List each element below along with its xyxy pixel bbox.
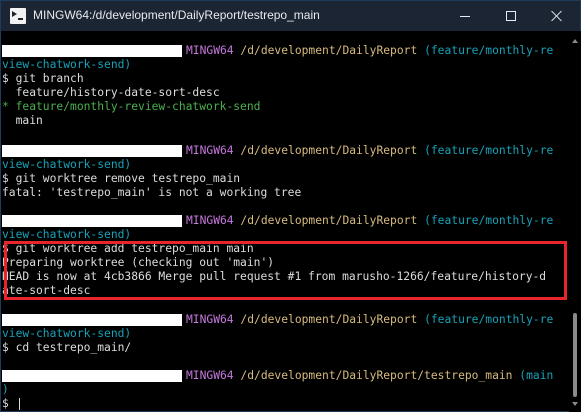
text-cursor (18, 398, 20, 410)
input-prompt: $ (2, 397, 16, 410)
prompt-path: /d/development/DailyReport (240, 214, 418, 227)
redacted-username (2, 314, 182, 326)
prompt-path: /d/development/DailyReport (240, 313, 418, 326)
prompt-branch: (feature/monthly-re (424, 214, 554, 227)
prompt-path: /d/development/DailyReport (240, 144, 418, 157)
minimize-icon (460, 15, 470, 17)
prompt-host: MINGW64 (186, 369, 234, 382)
prompt-branch-wrap: ) (2, 383, 9, 396)
maximize-button[interactable] (488, 1, 534, 31)
prompt-host: MINGW64 (186, 313, 234, 326)
command-output: HEAD is now at 4cb3866 Merge pull reques… (2, 270, 547, 283)
prompt-line: MINGW64 /d/development/DailyReport (feat… (2, 144, 569, 158)
command-line: $ git worktree add testrepo_main main (2, 242, 254, 255)
terminal-output[interactable]: MINGW64 /d/development/DailyReport (feat… (2, 31, 569, 412)
prompt-branch-wrap: view-chatwork-send) (2, 327, 132, 340)
command-line: $ git branch (2, 72, 84, 85)
close-button[interactable] (534, 1, 580, 31)
prompt-line: MINGW64 /d/development/DailyReport (feat… (2, 214, 569, 228)
close-icon (551, 10, 563, 22)
prompt-branch-wrap: view-chatwork-send) (2, 58, 132, 71)
scroll-thumb[interactable] (573, 313, 577, 397)
prompt-line: MINGW64 /d/development/DailyReport/testr… (2, 369, 569, 383)
terminal-icon (10, 8, 26, 24)
redacted-username (2, 370, 182, 382)
prompt-branch-wrap: view-chatwork-send) (2, 158, 132, 171)
prompt-path: /d/development/DailyReport (240, 44, 418, 57)
command-input-line[interactable]: $ (2, 397, 569, 411)
prompt-line: MINGW64 /d/development/DailyReport (feat… (2, 313, 569, 327)
redacted-username (2, 45, 182, 57)
command-output: fatal: 'testrepo_main' is not a working … (2, 186, 302, 199)
branch-list-item-current: * feature/monthly-review-chatwork-send (2, 100, 261, 113)
command-output: Preparing worktree (checking out 'main') (2, 256, 275, 269)
vertical-scrollbar[interactable] (569, 31, 581, 412)
prompt-branch: (main (519, 369, 554, 382)
command-line: $ cd testrepo_main/ (2, 341, 132, 354)
prompt-branch: (feature/monthly-re (424, 144, 554, 157)
maximize-icon (506, 11, 516, 21)
prompt-host: MINGW64 (186, 144, 234, 157)
prompt-host: MINGW64 (186, 214, 234, 227)
command-line: $ git worktree remove testrepo_main (2, 172, 241, 185)
redacted-username (2, 145, 182, 157)
prompt-path: /d/development/DailyReport/testrepo_main (240, 369, 513, 382)
window-title: MINGW64:/d/development/DailyReport/testr… (33, 8, 320, 22)
minimize-button[interactable] (442, 1, 488, 31)
command-output: ate-sort-desc (2, 284, 91, 297)
branch-list-item: feature/history-date-sort-desc (2, 86, 220, 99)
redacted-username (2, 215, 182, 227)
title-bar[interactable]: MINGW64:/d/development/DailyReport/testr… (1, 1, 580, 31)
prompt-branch-wrap: view-chatwork-send) (2, 228, 132, 241)
terminal-window: MINGW64:/d/development/DailyReport/testr… (0, 0, 581, 412)
prompt-branch: (feature/monthly-re (424, 44, 554, 57)
prompt-branch: (feature/monthly-re (424, 313, 554, 326)
prompt-host: MINGW64 (186, 44, 234, 57)
scroll-down-arrow-icon[interactable] (572, 402, 578, 406)
branch-list-item: main (2, 114, 43, 127)
prompt-line: MINGW64 /d/development/DailyReport (feat… (2, 44, 569, 58)
scroll-up-arrow-icon[interactable] (572, 39, 578, 43)
